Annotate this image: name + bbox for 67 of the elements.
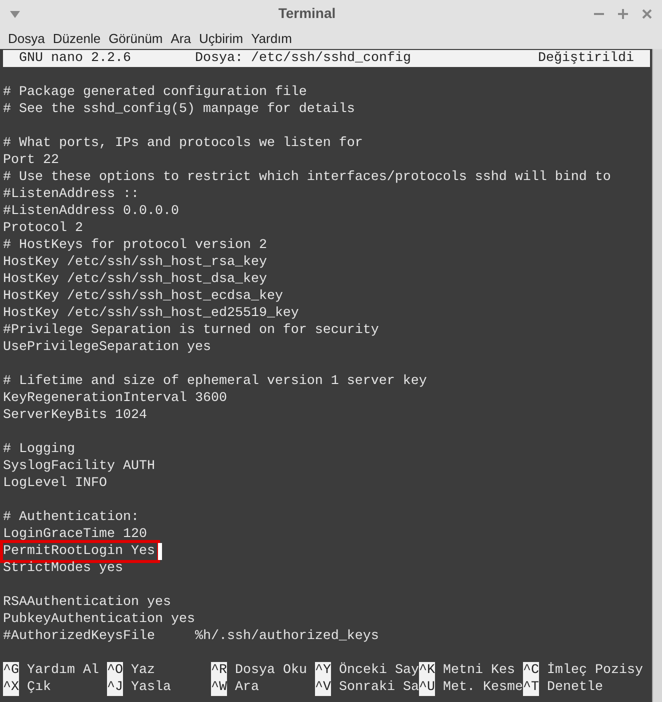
shortcut-key: ^T — [523, 679, 539, 696]
code-line: #AuthorizedKeysFile %h/.ssh/authorized_keys — [3, 628, 379, 645]
shortcut-label: Ara — [234, 679, 259, 696]
shortcut-key: ^C — [523, 662, 539, 679]
code-line: HostKey /etc/ssh/ssh_host_dsa_key — [3, 271, 267, 288]
shortcut-key: ^G — [3, 662, 19, 679]
code-line: # Package generated configuration file — [3, 84, 307, 101]
shortcut-label: İmleç Pozisy — [546, 662, 643, 679]
shortcut-key: ^R — [211, 662, 227, 679]
code-line: HostKey /etc/ssh/ssh_host_ecdsa_key — [3, 288, 283, 305]
code-line: SyslogFacility AUTH — [3, 458, 155, 475]
shortcut-label: Denetle — [546, 679, 603, 696]
shortcut-key: ^V — [315, 679, 331, 696]
shortcut-label: Yardım Al — [26, 662, 99, 679]
shortcut-label: Yasla — [130, 679, 171, 696]
code-line: LogLevel INFO — [3, 475, 107, 492]
highlighted-line: PermitRootLogin Yes — [3, 543, 157, 560]
code-line: PubkeyAuthentication yes — [3, 611, 195, 628]
code-line: #ListenAddress :: — [3, 186, 139, 203]
code-line: KeyRegenerationInterval 3600 — [3, 390, 227, 407]
shortcut-key: ^K — [419, 662, 435, 679]
modified-status: Değiştirildi — [538, 50, 634, 67]
menu-item[interactable]: Düzenle — [48, 28, 105, 48]
shortcut-key: ^W — [211, 679, 227, 696]
code-line: Protocol 2 — [3, 220, 83, 237]
file-name: Dosya: /etc/ssh/sshd_config — [195, 50, 412, 67]
shortcut-label: Yaz — [130, 662, 155, 679]
shortcut-label: Sonraki Sa — [338, 679, 419, 696]
scrollbar[interactable] — [652, 49, 662, 702]
code-line: # HostKeys for protocol version 2 — [3, 237, 267, 254]
shortcut-key: ^U — [419, 679, 435, 696]
code-line: # Logging — [3, 441, 75, 458]
shortcut-label: Met. Kesme — [442, 679, 523, 696]
code-line: HostKey /etc/ssh/ssh_host_ed25519_key — [3, 305, 299, 322]
code-line: #Privilege Separation is turned on for security — [3, 322, 379, 339]
maximize-icon[interactable] — [618, 9, 628, 19]
code-line: # Authentication: — [3, 509, 139, 526]
window-title: Terminal — [278, 5, 336, 21]
menu-item[interactable]: Ara — [166, 28, 195, 48]
close-icon[interactable] — [642, 9, 652, 19]
shortcut-key: ^O — [107, 662, 123, 679]
editor-version: GNU nano 2.2.6 — [19, 50, 132, 67]
shortcut-key: ^Y — [315, 662, 331, 679]
code-line: StrictModes yes — [3, 560, 123, 577]
code-line: # See the sshd_config(5) manpage for details — [3, 101, 355, 118]
menu-item[interactable]: Yardım — [247, 28, 296, 48]
code-line: RSAAuthentication yes — [3, 594, 171, 611]
shortcut-label: Metni Kes — [442, 662, 515, 679]
code-line: # Use these options to restrict which interfaces/protocols sshd will bind to — [3, 169, 611, 186]
shortcut-key: ^J — [107, 679, 123, 696]
menu-item[interactable]: Görünüm — [104, 28, 167, 48]
dropdown-icon[interactable] — [10, 10, 20, 18]
text-cursor — [158, 543, 162, 560]
code-line: LoginGraceTime 120 — [3, 526, 147, 543]
code-line: Port 22 — [3, 152, 59, 169]
shortcut-label: Dosya Oku — [234, 662, 307, 679]
shortcut-key: ^X — [3, 679, 19, 696]
code-line: UsePrivilegeSeparation yes — [3, 339, 211, 356]
shortcut-label: Çık — [26, 679, 51, 696]
shortcut-label: Önceki Say — [338, 662, 419, 679]
code-line: # Lifetime and size of ephemeral version 1 server key — [3, 373, 427, 390]
code-line: ServerKeyBits 1024 — [3, 407, 147, 424]
menu-item[interactable]: Dosya — [4, 28, 49, 48]
menu-item[interactable]: Uçbirim — [195, 28, 248, 48]
code-line: # What ports, IPs and protocols we listen for — [3, 135, 363, 152]
code-line: HostKey /etc/ssh/ssh_host_rsa_key — [3, 254, 267, 271]
code-line: #ListenAddress 0.0.0.0 — [3, 203, 179, 220]
